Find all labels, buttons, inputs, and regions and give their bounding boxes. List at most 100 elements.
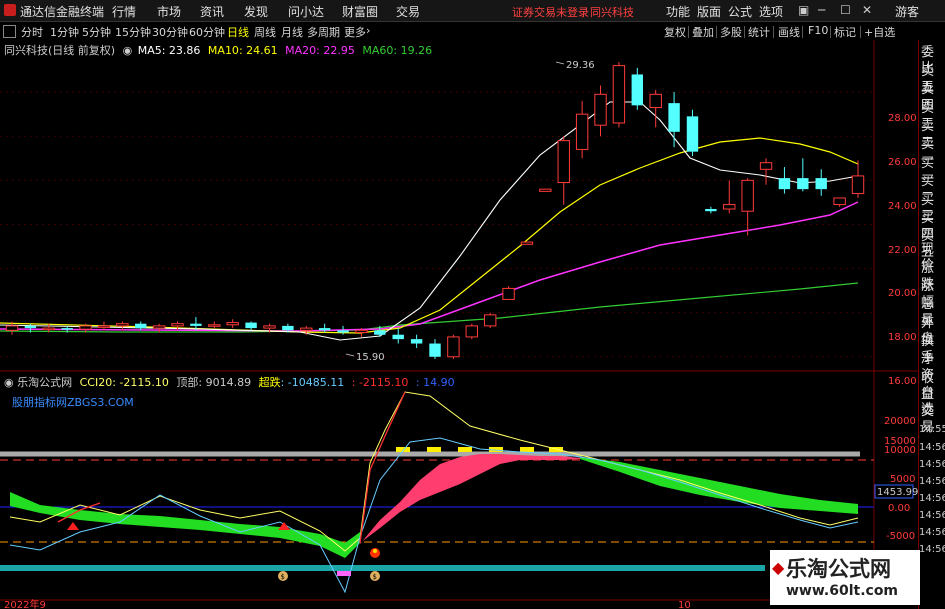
candle-body[interactable] bbox=[374, 330, 386, 335]
candle-body[interactable] bbox=[429, 343, 441, 357]
tool-biaoji[interactable]: 标记 bbox=[834, 24, 856, 40]
period-weekly[interactable]: 周线 bbox=[254, 24, 276, 40]
candle-body[interactable] bbox=[208, 324, 221, 327]
period-more[interactable]: 更多 bbox=[344, 24, 366, 40]
period-fenshi[interactable]: 分时 bbox=[21, 24, 43, 40]
more-chevron-icon[interactable]: › bbox=[366, 24, 370, 37]
candle-body[interactable] bbox=[815, 178, 827, 190]
menu-gongneng[interactable]: 功能 bbox=[666, 3, 690, 20]
menu-wenxiaoda[interactable]: 问小达 bbox=[288, 3, 324, 20]
menu-zixun[interactable]: 资讯 bbox=[200, 3, 224, 20]
price-axis-label: 22.00 bbox=[888, 245, 917, 256]
candle-body[interactable] bbox=[631, 74, 644, 106]
candle-body[interactable] bbox=[668, 103, 680, 132]
close-icon[interactable]: ✕ bbox=[862, 3, 872, 17]
menu-faxian[interactable]: 发现 bbox=[244, 3, 268, 20]
candle-body[interactable] bbox=[318, 328, 331, 331]
candle-body[interactable] bbox=[557, 140, 570, 184]
candle-body[interactable] bbox=[520, 241, 534, 245]
indicator-name[interactable]: 乐淘公式网 bbox=[17, 376, 72, 389]
candle-body[interactable] bbox=[686, 116, 699, 152]
candle-body[interactable] bbox=[833, 197, 846, 206]
candle-body[interactable] bbox=[612, 65, 626, 124]
candle-body[interactable] bbox=[392, 334, 404, 340]
candle-body[interactable] bbox=[575, 113, 589, 150]
candle-body[interactable] bbox=[245, 322, 257, 329]
guest-label[interactable]: 游客 bbox=[895, 3, 919, 20]
candle-body[interactable] bbox=[263, 325, 276, 329]
period-15min[interactable]: 15分钟 bbox=[115, 24, 151, 40]
candle-body[interactable] bbox=[42, 327, 55, 331]
grid-toggle-icon[interactable] bbox=[3, 25, 16, 38]
candle-body[interactable] bbox=[97, 325, 111, 328]
maximize-icon[interactable]: ☐ bbox=[840, 3, 851, 17]
period-5min[interactable]: 5分钟 bbox=[82, 24, 111, 40]
period-multi[interactable]: 多周期 bbox=[307, 24, 340, 40]
menu-banmian[interactable]: 版面 bbox=[697, 3, 721, 20]
period-monthly[interactable]: 月线 bbox=[281, 24, 303, 40]
menu-caifuquan[interactable]: 财富圈 bbox=[342, 3, 378, 20]
menu-gongshi[interactable]: 公式 bbox=[728, 3, 752, 20]
candle-body[interactable] bbox=[705, 209, 717, 212]
candle-body[interactable] bbox=[594, 93, 607, 126]
tool-tongji[interactable]: 统计 bbox=[748, 24, 770, 40]
date-axis-start: 2022年9 bbox=[4, 598, 46, 609]
tool-f10[interactable]: F10 bbox=[808, 24, 828, 37]
candle-body[interactable] bbox=[61, 328, 73, 330]
candle-body[interactable] bbox=[797, 178, 809, 190]
menu-hangqing[interactable]: 行情 bbox=[112, 3, 136, 20]
top-value: 顶部: 9014.89 bbox=[176, 376, 252, 389]
period-daily[interactable]: 日线 bbox=[227, 24, 249, 40]
candle-body[interactable] bbox=[300, 327, 313, 331]
candle-body[interactable] bbox=[337, 330, 349, 333]
candle-body[interactable] bbox=[5, 325, 19, 331]
candle-body[interactable] bbox=[79, 325, 92, 330]
separator bbox=[860, 26, 861, 38]
menu-xuanxiang[interactable]: 选项 bbox=[759, 3, 783, 20]
candle-body[interactable] bbox=[778, 178, 791, 190]
sub-axis-label: 20000 bbox=[884, 416, 916, 427]
candle-body[interactable] bbox=[723, 204, 736, 210]
candle-body[interactable] bbox=[851, 175, 865, 195]
candle-body[interactable] bbox=[116, 323, 129, 327]
candle-body[interactable] bbox=[502, 287, 515, 300]
candle-body[interactable] bbox=[355, 329, 368, 334]
minimize-icon[interactable]: ─ bbox=[818, 3, 825, 17]
candle-body[interactable] bbox=[24, 325, 37, 329]
candle-body[interactable] bbox=[135, 323, 147, 329]
candle-body[interactable] bbox=[226, 322, 239, 326]
candle-body[interactable] bbox=[190, 323, 202, 326]
candle-body[interactable] bbox=[465, 325, 478, 338]
price-tag: 1453.99 bbox=[877, 487, 918, 498]
candle-body[interactable] bbox=[649, 93, 662, 109]
tool-diejia[interactable]: 叠加 bbox=[692, 24, 714, 40]
menu-jiaoyi[interactable]: 交易 bbox=[396, 3, 420, 20]
right-info-panel: 委比 卖五 卖四 卖三 卖二 卖一 买一 买二 买三 买四 买五 现价 涨跌 涨幅 总量 外盘 换手 净资 收益 自选… bbox=[918, 40, 945, 609]
candle-body[interactable] bbox=[410, 339, 423, 344]
tool-huaxian[interactable]: 画线 bbox=[778, 24, 800, 40]
login-warning[interactable]: 证券交易未登录 bbox=[512, 4, 589, 20]
candle-body[interactable] bbox=[152, 325, 166, 329]
candle-body[interactable] bbox=[759, 162, 773, 170]
period-1min[interactable]: 1分钟 bbox=[50, 24, 79, 40]
tool-fuquan[interactable]: 复权 bbox=[664, 24, 686, 40]
candle-body[interactable] bbox=[282, 325, 294, 331]
candle-body[interactable] bbox=[171, 323, 184, 327]
chart-area[interactable]: 29.36 15.90 28.00 26.00 24.00 22.00 20.0… bbox=[0, 40, 918, 609]
stock-name: 同兴科技 bbox=[590, 6, 634, 19]
candle-body[interactable] bbox=[741, 179, 754, 212]
svg-text:$: $ bbox=[373, 573, 377, 581]
candle-body[interactable] bbox=[447, 336, 460, 358]
sub-settings-icon[interactable]: ◉ bbox=[4, 376, 14, 389]
candle-body[interactable] bbox=[539, 188, 552, 192]
site-label[interactable]: 股朋指标网ZBGS3.COM bbox=[12, 394, 134, 410]
ma-settings-icon[interactable]: ◉ bbox=[123, 44, 133, 57]
candle-body[interactable] bbox=[483, 314, 497, 327]
period-60min[interactable]: 60分钟 bbox=[189, 24, 225, 40]
grid-icon[interactable]: ▣ bbox=[798, 3, 809, 17]
tool-add-favorite[interactable]: +自选 bbox=[864, 24, 895, 40]
separator bbox=[688, 26, 689, 38]
tool-duogu[interactable]: 多股 bbox=[720, 24, 742, 40]
period-30min[interactable]: 30分钟 bbox=[152, 24, 188, 40]
menu-shichang[interactable]: 市场 bbox=[157, 3, 181, 20]
